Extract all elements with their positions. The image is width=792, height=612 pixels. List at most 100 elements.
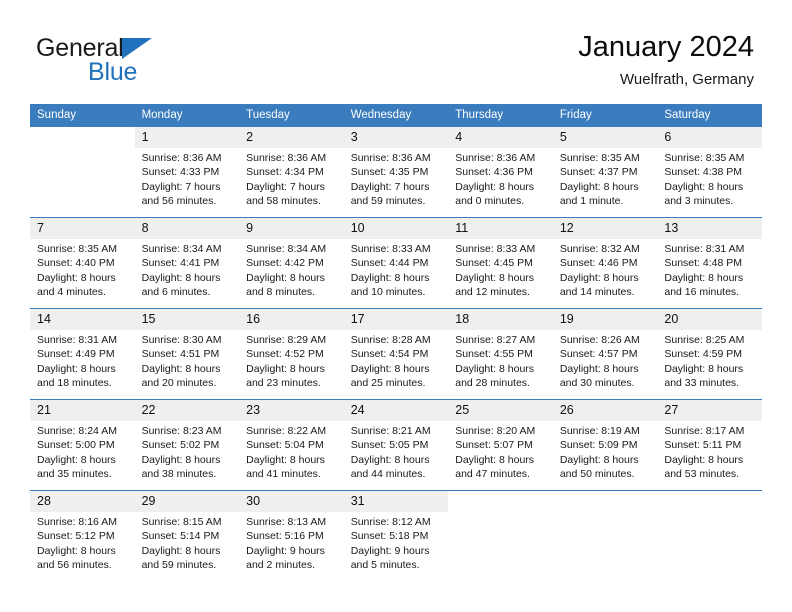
day-cell[interactable]: 25 Sunrise: 8:20 AM Sunset: 5:07 PM Dayl…	[448, 399, 553, 491]
daylight-text-line2: and 16 minutes.	[664, 285, 740, 298]
calendar-table: Sunday Monday Tuesday Wednesday Thursday…	[30, 104, 762, 581]
sunrise-text: Sunrise: 8:34 AM	[141, 243, 222, 255]
column-header-sunday: Sunday	[30, 104, 135, 127]
day-cell[interactable]: 28 Sunrise: 8:16 AM Sunset: 5:12 PM Dayl…	[30, 490, 135, 581]
day-info	[553, 512, 658, 515]
day-cell[interactable]: 9 Sunrise: 8:34 AM Sunset: 4:42 PM Dayli…	[239, 217, 344, 309]
day-info: Sunrise: 8:35 AM Sunset: 4:37 PM Dayligh…	[553, 148, 658, 208]
day-cell[interactable]: 10 Sunrise: 8:33 AM Sunset: 4:44 PM Dayl…	[343, 217, 449, 309]
daylight-text-line2: and 1 minute.	[559, 194, 624, 207]
day-cell[interactable]: 5 Sunrise: 8:35 AM Sunset: 4:37 PM Dayli…	[552, 127, 658, 218]
sunset-text: Sunset: 4:41 PM	[141, 257, 220, 270]
day-cell[interactable]: 18 Sunrise: 8:27 AM Sunset: 4:55 PM Dayl…	[448, 308, 553, 400]
day-info: Sunrise: 8:36 AM Sunset: 4:34 PM Dayligh…	[239, 148, 344, 208]
day-info: Sunrise: 8:24 AM Sunset: 5:00 PM Dayligh…	[30, 421, 135, 481]
day-info: Sunrise: 8:36 AM Sunset: 4:33 PM Dayligh…	[135, 148, 240, 208]
day-cell[interactable]: 19 Sunrise: 8:26 AM Sunset: 4:57 PM Dayl…	[552, 308, 658, 400]
daylight-text-line1: Daylight: 8 hours	[455, 271, 535, 284]
day-cell[interactable]: 7 Sunrise: 8:35 AM Sunset: 4:40 PM Dayli…	[30, 217, 135, 309]
column-header-monday: Monday	[134, 104, 240, 127]
daylight-text-line2: and 47 minutes.	[455, 467, 530, 480]
daylight-text-line1: Daylight: 8 hours	[141, 362, 221, 375]
day-cell[interactable]: 1 Sunrise: 8:36 AM Sunset: 4:33 PM Dayli…	[134, 127, 240, 218]
day-cell[interactable]: 16 Sunrise: 8:29 AM Sunset: 4:52 PM Dayl…	[239, 308, 344, 400]
sunrise-text: Sunrise: 8:30 AM	[141, 334, 222, 346]
sunset-text: Sunset: 5:02 PM	[141, 439, 220, 452]
day-number: 13	[657, 218, 762, 239]
sunset-text: Sunset: 4:46 PM	[559, 257, 638, 270]
week-row: 7 Sunrise: 8:35 AM Sunset: 4:40 PM Dayli…	[30, 217, 762, 309]
day-info: Sunrise: 8:33 AM Sunset: 4:45 PM Dayligh…	[448, 239, 553, 299]
day-cell[interactable]: 14 Sunrise: 8:31 AM Sunset: 4:49 PM Dayl…	[30, 308, 135, 400]
day-number: 19	[552, 309, 658, 330]
generalblue-logo[interactable]: General Blue	[36, 36, 276, 92]
sunset-text: Sunset: 4:52 PM	[246, 348, 324, 361]
day-cell[interactable]: 8 Sunrise: 8:34 AM Sunset: 4:41 PM Dayli…	[134, 217, 240, 309]
day-cell[interactable]: 24 Sunrise: 8:21 AM Sunset: 5:05 PM Dayl…	[343, 399, 449, 491]
day-cell[interactable]: 3 Sunrise: 8:36 AM Sunset: 4:35 PM Dayli…	[343, 127, 449, 218]
day-info: Sunrise: 8:31 AM Sunset: 4:49 PM Dayligh…	[30, 330, 135, 390]
day-cell	[30, 127, 135, 218]
column-header-thursday: Thursday	[448, 104, 553, 127]
daylight-text-line1: Daylight: 8 hours	[455, 453, 535, 466]
sunset-text: Sunset: 4:59 PM	[664, 348, 743, 361]
day-cell[interactable]: 22 Sunrise: 8:23 AM Sunset: 5:02 PM Dayl…	[134, 399, 240, 491]
day-cell[interactable]: 21 Sunrise: 8:24 AM Sunset: 5:00 PM Dayl…	[30, 399, 135, 491]
sunset-text: Sunset: 5:18 PM	[350, 530, 429, 543]
sunset-text: Sunset: 5:16 PM	[246, 530, 324, 543]
day-cell[interactable]: 31 Sunrise: 8:12 AM Sunset: 5:18 PM Dayl…	[343, 490, 449, 581]
day-number: 2	[239, 127, 344, 148]
sunset-text: Sunset: 4:37 PM	[559, 166, 638, 179]
day-cell[interactable]: 23 Sunrise: 8:22 AM Sunset: 5:04 PM Dayl…	[239, 399, 344, 491]
day-info: Sunrise: 8:36 AM Sunset: 4:36 PM Dayligh…	[448, 148, 553, 208]
sunrise-text: Sunrise: 8:27 AM	[455, 334, 536, 346]
day-number: 16	[239, 309, 344, 330]
sunrise-text: Sunrise: 8:28 AM	[350, 334, 431, 346]
day-cell[interactable]: 4 Sunrise: 8:36 AM Sunset: 4:36 PM Dayli…	[448, 127, 553, 218]
column-header-tuesday: Tuesday	[239, 104, 344, 127]
day-cell[interactable]: 6 Sunrise: 8:35 AM Sunset: 4:38 PM Dayli…	[657, 127, 762, 218]
sunrise-text: Sunrise: 8:31 AM	[664, 243, 745, 255]
day-info: Sunrise: 8:26 AM Sunset: 4:57 PM Dayligh…	[553, 330, 658, 390]
sunrise-text: Sunrise: 8:17 AM	[664, 425, 745, 437]
daylight-text-line2: and 10 minutes.	[350, 285, 426, 298]
day-cell[interactable]: 13 Sunrise: 8:31 AM Sunset: 4:48 PM Dayl…	[657, 217, 762, 309]
calendar-page: General Blue January 2024 Wuelfrath, Ger…	[0, 0, 792, 612]
sunrise-text: Sunrise: 8:22 AM	[246, 425, 327, 437]
day-cell[interactable]: 2 Sunrise: 8:36 AM Sunset: 4:34 PM Dayli…	[239, 127, 344, 218]
day-cell[interactable]: 30 Sunrise: 8:13 AM Sunset: 5:16 PM Dayl…	[239, 490, 344, 581]
day-cell[interactable]: 12 Sunrise: 8:32 AM Sunset: 4:46 PM Dayl…	[552, 217, 658, 309]
daylight-text-line2: and 58 minutes.	[246, 194, 321, 207]
day-number: 17	[343, 309, 449, 330]
day-number	[657, 491, 762, 512]
sunset-text: Sunset: 4:36 PM	[455, 166, 533, 179]
day-cell[interactable]: 29 Sunrise: 8:15 AM Sunset: 5:14 PM Dayl…	[134, 490, 240, 581]
sunset-text: Sunset: 4:49 PM	[37, 348, 115, 361]
sunrise-text: Sunrise: 8:20 AM	[455, 425, 536, 437]
daylight-text-line1: Daylight: 9 hours	[350, 544, 430, 557]
sunrise-text: Sunrise: 8:32 AM	[559, 243, 640, 255]
day-number: 1	[134, 127, 240, 148]
day-number: 28	[30, 491, 135, 512]
daylight-text-line2: and 6 minutes.	[141, 285, 211, 298]
daylight-text-line1: Daylight: 8 hours	[559, 180, 639, 193]
sunset-text: Sunset: 4:44 PM	[350, 257, 429, 270]
daylight-text-line1: Daylight: 7 hours	[246, 180, 325, 193]
day-cell[interactable]: 15 Sunrise: 8:30 AM Sunset: 4:51 PM Dayl…	[134, 308, 240, 400]
day-info: Sunrise: 8:33 AM Sunset: 4:44 PM Dayligh…	[344, 239, 449, 299]
day-number: 6	[657, 127, 762, 148]
sunrise-text: Sunrise: 8:33 AM	[350, 243, 431, 255]
day-cell[interactable]: 20 Sunrise: 8:25 AM Sunset: 4:59 PM Dayl…	[657, 308, 762, 400]
day-cell	[657, 490, 762, 581]
sunrise-text: Sunrise: 8:13 AM	[246, 516, 327, 528]
day-cell[interactable]: 11 Sunrise: 8:33 AM Sunset: 4:45 PM Dayl…	[448, 217, 553, 309]
day-cell[interactable]: 26 Sunrise: 8:19 AM Sunset: 5:09 PM Dayl…	[552, 399, 658, 491]
sunset-text: Sunset: 4:34 PM	[246, 166, 324, 179]
sunrise-text: Sunrise: 8:36 AM	[246, 152, 327, 164]
sunset-text: Sunset: 5:07 PM	[455, 439, 533, 452]
day-cell[interactable]: 27 Sunrise: 8:17 AM Sunset: 5:11 PM Dayl…	[657, 399, 762, 491]
sunrise-text: Sunrise: 8:16 AM	[37, 516, 117, 528]
day-info: Sunrise: 8:34 AM Sunset: 4:42 PM Dayligh…	[239, 239, 344, 299]
day-cell[interactable]: 17 Sunrise: 8:28 AM Sunset: 4:54 PM Dayl…	[343, 308, 449, 400]
daylight-text-line1: Daylight: 8 hours	[37, 544, 116, 557]
